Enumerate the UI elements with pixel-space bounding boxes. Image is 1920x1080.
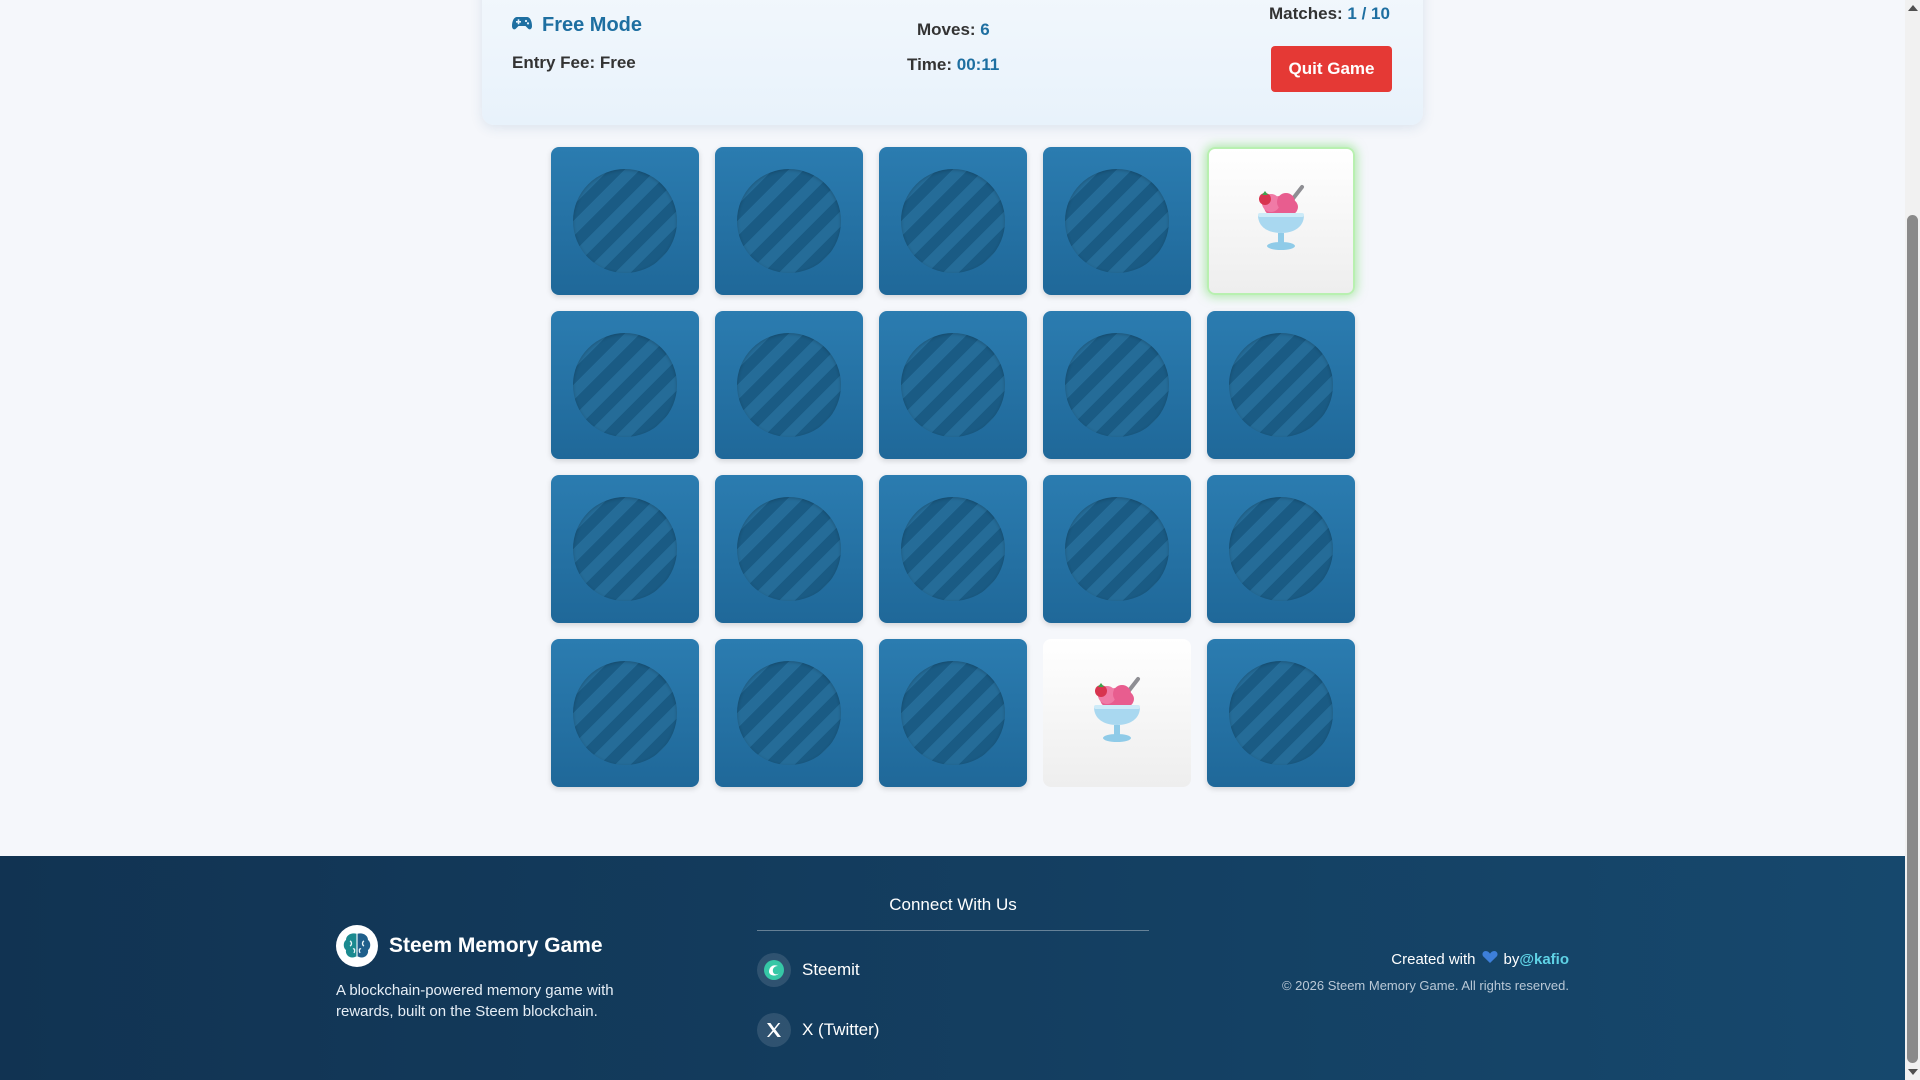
memory-card-hidden[interactable] [715, 311, 863, 459]
memory-card-hidden[interactable] [879, 639, 1027, 787]
card-grid [551, 147, 1355, 787]
gamepad-icon [512, 15, 532, 36]
moves-counter: Moves: 6 [917, 20, 990, 40]
game-status-panel: Free Mode Entry Fee: Free Moves: 6 Time:… [482, 0, 1423, 125]
social-link-x-twitter-label: X (Twitter) [802, 1020, 880, 1039]
credit-by: by [1503, 950, 1520, 968]
memory-card-hidden[interactable] [1043, 147, 1191, 295]
card-back-pattern [737, 661, 841, 765]
social-link-steemit[interactable]: Steemit [757, 953, 860, 987]
steemit-icon [757, 953, 791, 987]
quit-game-button[interactable]: Quit Game [1271, 46, 1392, 92]
connect-divider [757, 930, 1149, 931]
memory-card-hidden[interactable] [879, 147, 1027, 295]
memory-card-hidden[interactable] [551, 147, 699, 295]
matches-value: 1 / 10 [1347, 4, 1390, 23]
footer-brand: Steem Memory Game [336, 925, 603, 967]
card-back-pattern [901, 497, 1005, 601]
memory-card-hidden[interactable] [551, 311, 699, 459]
memory-card-revealed[interactable] [1043, 639, 1191, 787]
memory-card-hidden[interactable] [715, 147, 863, 295]
moves-label: Moves: [917, 20, 981, 39]
brain-logo-icon [336, 925, 378, 967]
card-back-pattern [901, 661, 1005, 765]
matches-label: Matches: [1269, 4, 1348, 23]
entry-fee: Entry Fee: Free [512, 53, 636, 72]
vertical-scrollbar[interactable] [1905, 0, 1920, 1080]
social-link-steemit-label: Steemit [802, 960, 860, 979]
game-mode-title: Free Mode [542, 14, 643, 36]
card-back-pattern [901, 333, 1005, 437]
ice-cream-sundae-icon [1088, 675, 1146, 752]
heart-icon [1481, 950, 1498, 968]
author-link[interactable]: @kafio [1519, 951, 1569, 968]
card-back-pattern [1229, 661, 1333, 765]
card-back-pattern [573, 497, 677, 601]
card-back-pattern [1065, 497, 1169, 601]
card-back-pattern [901, 169, 1005, 273]
card-back-pattern [573, 661, 677, 765]
page: Free Mode Entry Fee: Free Moves: 6 Time:… [0, 0, 1905, 1080]
scrollbar-thumb[interactable] [1907, 215, 1918, 1063]
card-back-pattern [1229, 333, 1333, 437]
card-back-pattern [573, 333, 677, 437]
connect-heading: Connect With Us [889, 895, 1017, 914]
memory-card-revealed[interactable] [1207, 147, 1355, 295]
card-back-pattern [1229, 497, 1333, 601]
memory-card-hidden[interactable] [1207, 311, 1355, 459]
scroll-up-arrow-icon[interactable] [1908, 5, 1918, 11]
time-value: 00:11 [956, 55, 1000, 74]
memory-card-hidden[interactable] [879, 475, 1027, 623]
scroll-down-arrow-icon[interactable] [1908, 1069, 1918, 1075]
card-back-pattern [1065, 169, 1169, 273]
game-mode: Free Mode [512, 14, 642, 37]
footer-brand-description: A blockchain-powered memory game with re… [336, 982, 614, 1020]
card-back-pattern [737, 169, 841, 273]
footer: Steem Memory Game A blockchain-powered m… [0, 856, 1905, 1080]
memory-card-hidden[interactable] [715, 475, 863, 623]
memory-card-hidden[interactable] [1207, 475, 1355, 623]
social-link-x-twitter[interactable]: X (Twitter) [757, 1013, 879, 1047]
copyright: © 2026 Steem Memory Game. All rights res… [1281, 978, 1569, 993]
card-back-pattern [737, 497, 841, 601]
memory-card-hidden[interactable] [551, 639, 699, 787]
credit-line: Created with by@kafio [1391, 950, 1569, 968]
memory-card-hidden[interactable] [1207, 639, 1355, 787]
matches-counter: Matches: 1 / 10 [1269, 4, 1390, 24]
memory-card-hidden[interactable] [1043, 475, 1191, 623]
card-back-pattern [1065, 333, 1169, 437]
moves-value: 6 [980, 20, 990, 39]
card-back-pattern [573, 169, 677, 273]
ice-cream-sundae-icon [1252, 183, 1310, 260]
memory-card-hidden[interactable] [551, 475, 699, 623]
memory-card-hidden[interactable] [715, 639, 863, 787]
time-counter: Time: 00:11 [907, 55, 999, 75]
x-twitter-icon [757, 1013, 791, 1047]
credit-prefix: Created with [1391, 950, 1476, 968]
card-back-pattern [737, 333, 841, 437]
time-label: Time: [907, 55, 957, 74]
footer-brand-name: Steem Memory Game [389, 934, 603, 957]
memory-card-hidden[interactable] [1043, 311, 1191, 459]
memory-card-hidden[interactable] [879, 311, 1027, 459]
